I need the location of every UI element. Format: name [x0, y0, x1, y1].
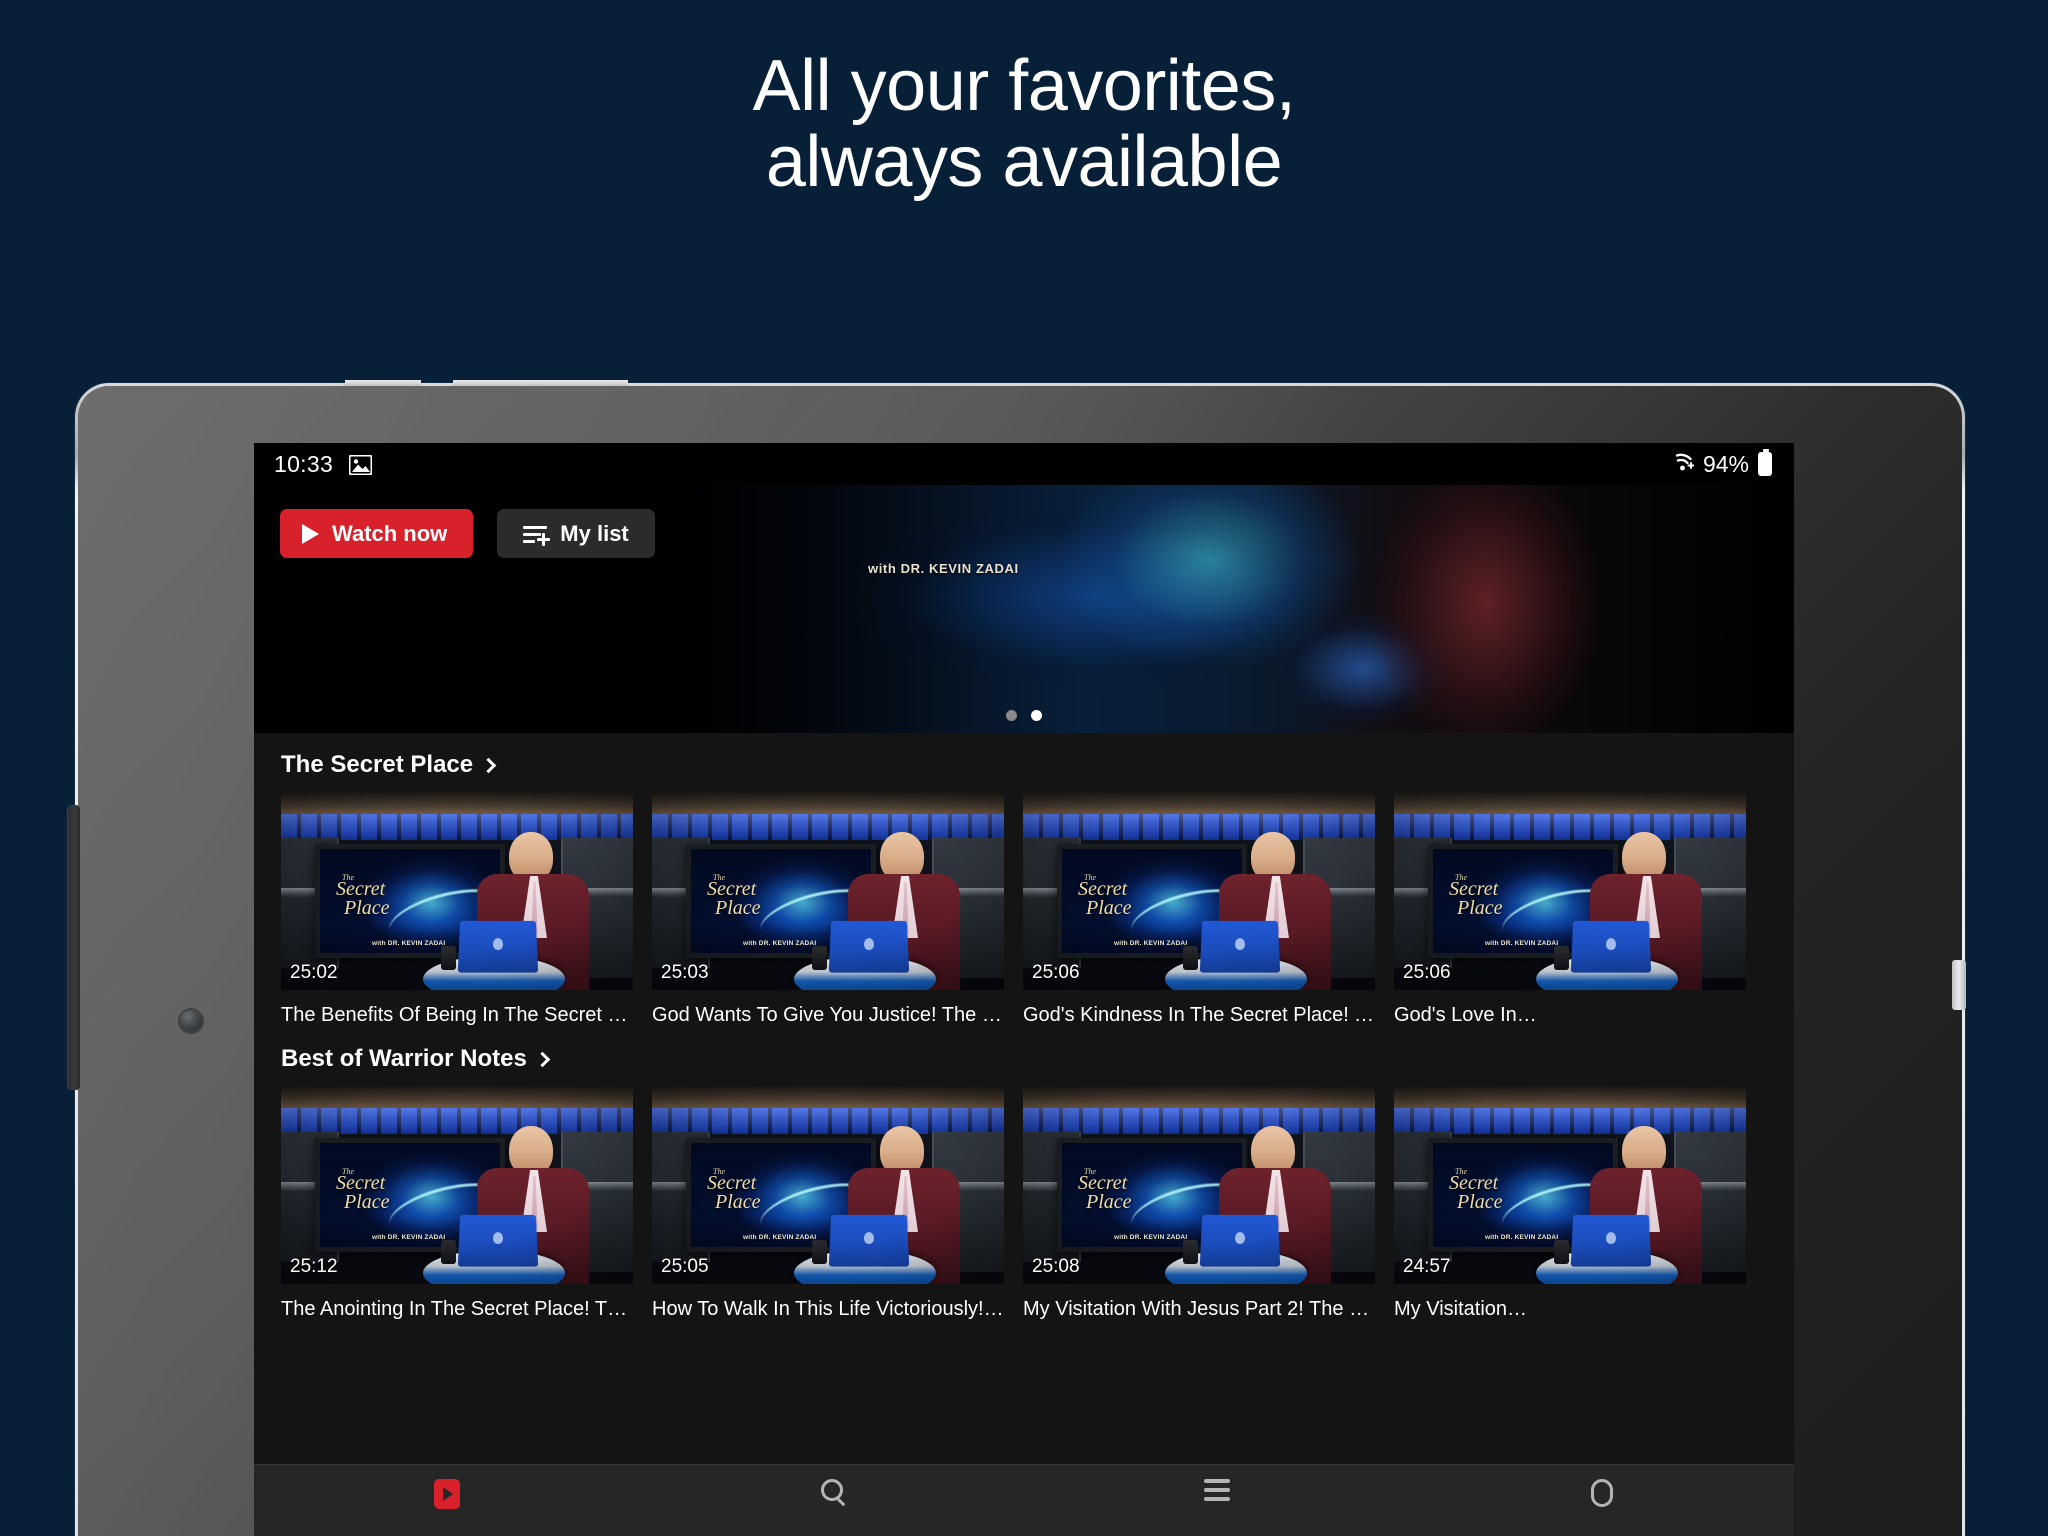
studio-artwork: The Secret Place with DR. KEVIN ZADAI: [652, 792, 1004, 990]
video-rail-0[interactable]: The Secret Place with DR. KEVIN ZADAI 25…: [254, 792, 1794, 1027]
watch-now-label: Watch now: [332, 520, 448, 546]
headline-line-2: always available: [765, 122, 1283, 203]
video-card[interactable]: The Secret Place with DR. KEVIN ZADAI 25…: [281, 1086, 633, 1321]
section-header-0[interactable]: The Secret Place: [254, 751, 1794, 779]
video-thumbnail: The Secret Place with DR. KEVIN ZADAI 25…: [652, 1086, 1004, 1284]
hero-carousel-dots: [1006, 710, 1042, 721]
studio-artwork: The Secret Place with DR. KEVIN ZADAI: [652, 1086, 1004, 1284]
wifi-icon: [1667, 451, 1695, 478]
watch-now-button[interactable]: Watch now: [280, 509, 474, 558]
video-duration: 25:08: [1032, 1256, 1080, 1277]
studio-artwork: The Secret Place with DR. KEVIN ZADAI: [281, 792, 633, 990]
video-card[interactable]: The Secret Place with DR. KEVIN ZADAI 25…: [652, 792, 1004, 1027]
video-thumbnail: The Secret Place with DR. KEVIN ZADAI 25…: [1394, 792, 1746, 990]
studio-artwork: The Secret Place with DR. KEVIN ZADAI: [1023, 792, 1375, 990]
carousel-dot-1[interactable]: [1006, 710, 1017, 721]
list-icon: [1203, 1479, 1230, 1501]
video-duration: 25:06: [1032, 962, 1080, 983]
nav-item-search[interactable]: [639, 1479, 1024, 1501]
profile-icon: [1590, 1479, 1613, 1507]
section-title: The Secret Place: [281, 751, 474, 778]
video-thumbnail: The Secret Place with DR. KEVIN ZADAI 25…: [1023, 792, 1375, 990]
video-card[interactable]: The Secret Place with DR. KEVIN ZADAI 24…: [1394, 1086, 1746, 1321]
video-duration: 25:05: [661, 1256, 709, 1277]
my-list-button[interactable]: My list: [497, 509, 655, 558]
status-right-cluster: 94%: [1667, 449, 1772, 478]
video-duration: 25:12: [290, 1256, 338, 1277]
image-icon: [348, 454, 373, 476]
video-title: The Anointing In The Secret Place! The S…: [281, 1298, 633, 1320]
chevron-right-icon: [480, 757, 497, 774]
tablet-screen: 10:33 94% with DR. KEVIN ZADAI Watch now…: [254, 443, 1794, 1536]
battery-percent: 94%: [1702, 450, 1749, 477]
nav-item-profile[interactable]: [1409, 1479, 1794, 1507]
video-title: God's Love In…: [1394, 1004, 1537, 1026]
studio-artwork: The Secret Place with DR. KEVIN ZADAI: [1394, 792, 1746, 990]
video-thumbnail: The Secret Place with DR. KEVIN ZADAI 25…: [1023, 1086, 1375, 1284]
hero-banner[interactable]: with DR. KEVIN ZADAI Watch now My list: [254, 485, 1794, 733]
content-area: The Secret Place The Secret Place: [254, 733, 1794, 1536]
studio-artwork: The Secret Place with DR. KEVIN ZADAI: [281, 1086, 633, 1284]
video-card[interactable]: The Secret Place with DR. KEVIN ZADAI 25…: [281, 792, 633, 1027]
hero-action-buttons: Watch now My list: [280, 509, 655, 558]
video-rail-1[interactable]: The Secret Place with DR. KEVIN ZADAI 25…: [254, 1086, 1794, 1321]
status-bar: 10:33 94%: [254, 443, 1794, 485]
bottom-navigation-bar: [254, 1464, 1794, 1536]
video-card[interactable]: The Secret Place with DR. KEVIN ZADAI 25…: [1023, 792, 1375, 1027]
hero-credit-text: with DR. KEVIN ZADAI: [868, 561, 1019, 576]
tablet-side-button-left[interactable]: [68, 805, 80, 1090]
video-title: My Visitation With Jesus Part 2! The Sec…: [1023, 1298, 1375, 1320]
battery-full-icon: [1758, 449, 1772, 476]
chevron-right-icon: [534, 1051, 551, 1068]
carousel-dot-2[interactable]: [1031, 710, 1042, 721]
video-thumbnail: The Secret Place with DR. KEVIN ZADAI 25…: [652, 792, 1004, 990]
video-title: God's Kindness In The Secret Place! The …: [1023, 1004, 1375, 1026]
playlist-add-icon: [523, 524, 551, 546]
nav-item-home[interactable]: [254, 1479, 639, 1509]
video-title: How To Walk In This Life Victoriously! T…: [652, 1298, 1004, 1320]
video-duration: 24:57: [1403, 1256, 1451, 1277]
video-thumbnail: The Secret Place with DR. KEVIN ZADAI 25…: [281, 1086, 633, 1284]
section-title: Best of Warrior Notes: [281, 1045, 527, 1072]
headline-line-1: All your favorites,: [752, 46, 1296, 126]
section-header-1[interactable]: Best of Warrior Notes: [254, 1045, 1794, 1073]
search-icon: [820, 1479, 843, 1501]
front-camera-icon: [180, 1010, 202, 1032]
video-card[interactable]: The Secret Place with DR. KEVIN ZADAI 25…: [1023, 1086, 1375, 1321]
video-title: God Wants To Give You Justice! The Secre…: [652, 1004, 1004, 1026]
my-list-label: My list: [560, 520, 629, 546]
video-card[interactable]: The Secret Place with DR. KEVIN ZADAI 25…: [652, 1086, 1004, 1321]
video-thumbnail: The Secret Place with DR. KEVIN ZADAI 24…: [1394, 1086, 1746, 1284]
video-card[interactable]: The Secret Place with DR. KEVIN ZADAI 25…: [1394, 792, 1746, 1027]
promo-headline: All your favorites, always available: [0, 48, 2048, 201]
video-title: The Benefits Of Being In The Secret Plac…: [281, 1004, 633, 1026]
nav-item-list[interactable]: [1024, 1479, 1409, 1501]
video-thumbnail: The Secret Place with DR. KEVIN ZADAI 25…: [281, 792, 633, 990]
studio-artwork: The Secret Place with DR. KEVIN ZADAI: [1394, 1086, 1746, 1284]
play-icon: [302, 523, 319, 544]
section-best-of-warrior-notes: Best of Warrior Notes The Secret: [254, 1027, 1794, 1321]
video-title: My Visitation…: [1394, 1298, 1528, 1320]
tablet-side-button-right[interactable]: [1952, 960, 1966, 1010]
video-duration: 25:03: [661, 962, 709, 983]
video-duration: 25:02: [290, 962, 338, 983]
section-the-secret-place: The Secret Place The Secret Place: [254, 733, 1794, 1027]
studio-artwork: The Secret Place with DR. KEVIN ZADAI: [1023, 1086, 1375, 1284]
status-time: 10:33: [274, 450, 334, 477]
video-duration: 25:06: [1403, 962, 1451, 983]
home-play-icon: [433, 1479, 460, 1509]
